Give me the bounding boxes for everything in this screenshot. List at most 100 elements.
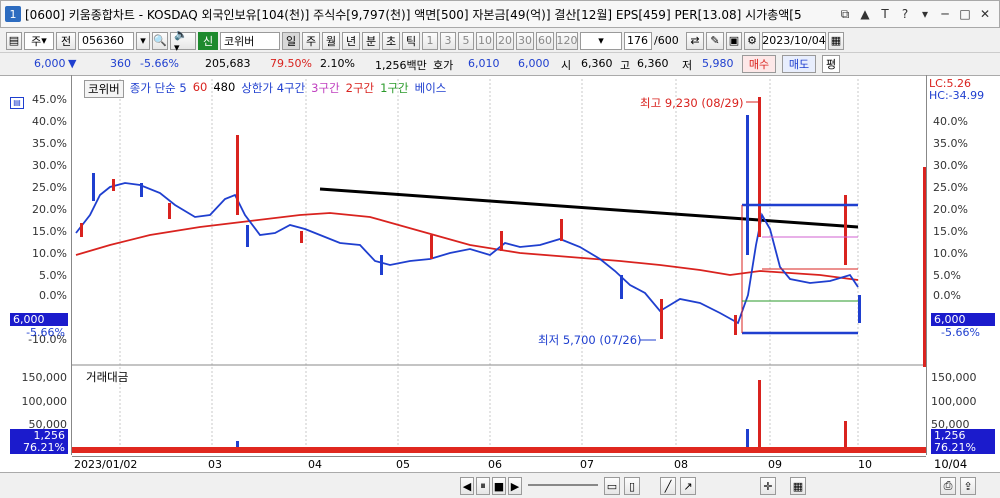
- legend-band-4[interactable]: 상한가 4구간: [241, 80, 305, 98]
- right-date-label: 10/04: [934, 457, 968, 471]
- scroll-left-icon[interactable]: ◀: [460, 477, 474, 495]
- date-input[interactable]: 2023/10/04: [762, 31, 826, 50]
- list-toggle-icon[interactable]: ▤: [6, 31, 22, 50]
- candle: [560, 219, 563, 241]
- date-tick: 08: [674, 458, 688, 471]
- zoom-out-icon[interactable]: ▭: [604, 477, 620, 495]
- ask-label: 호가: [433, 59, 454, 72]
- candle: [246, 225, 249, 247]
- volume-panel-title: 거래대금: [86, 370, 129, 384]
- period-day[interactable]: 일: [282, 31, 300, 50]
- date-tick: 06: [488, 458, 502, 471]
- code-dropdown-icon[interactable]: ▾: [136, 31, 150, 50]
- candle: [660, 299, 663, 339]
- prev-button[interactable]: 전: [56, 31, 76, 50]
- help-icon[interactable]: ?: [897, 6, 913, 22]
- draw-line-icon[interactable]: ╱: [660, 477, 676, 495]
- period-week[interactable]: 주: [302, 31, 320, 50]
- draw-trend-icon[interactable]: ↗: [680, 477, 696, 495]
- legend-base[interactable]: 베이스: [415, 80, 447, 98]
- period-month[interactable]: 월: [322, 31, 340, 50]
- period-second[interactable]: 초: [382, 31, 400, 50]
- legend-ma480[interactable]: 480: [213, 80, 235, 98]
- date-tick: 03: [208, 458, 222, 471]
- trend-line: [319, 187, 859, 229]
- stock-code-input[interactable]: 056360: [78, 31, 134, 50]
- print-icon[interactable]: ⎙: [940, 477, 956, 495]
- left-tick: 40.0%: [32, 115, 67, 128]
- search-icon[interactable]: 🔍: [152, 31, 168, 50]
- interval-10[interactable]: 10: [476, 31, 494, 50]
- interval-custom-input[interactable]: ▾: [580, 31, 622, 50]
- right-current-pct: -5.66%: [941, 326, 980, 339]
- sell-button[interactable]: 매도: [782, 55, 816, 73]
- speaker-icon[interactable]: 🔈▾: [170, 28, 196, 54]
- calendar-icon[interactable]: ▦: [828, 31, 844, 50]
- export-icon[interactable]: ⇪: [960, 477, 976, 495]
- legend-ma5[interactable]: 종가 단순 5: [130, 80, 187, 98]
- right-tick: 5.0%: [933, 269, 961, 282]
- axis-settings-icon[interactable]: ▤: [10, 97, 24, 109]
- crosshair-icon[interactable]: ✛: [760, 477, 776, 495]
- volume: 205,683: [205, 57, 251, 70]
- right-tick: 15.0%: [933, 225, 968, 238]
- high-annotation: 최고 9,230 (08/29): [640, 96, 744, 110]
- interval-5[interactable]: 5: [458, 31, 474, 50]
- draw-tool-icon[interactable]: ✎: [706, 31, 724, 50]
- scroll-right-icon[interactable]: ▶: [508, 477, 522, 495]
- interval-60[interactable]: 60: [536, 31, 554, 50]
- type-select[interactable]: 주 ▾: [24, 31, 54, 50]
- legend-band-2[interactable]: 2구간: [346, 80, 374, 98]
- right-tick: 35.0%: [933, 137, 968, 150]
- period-tick[interactable]: 틱: [402, 31, 420, 50]
- left-vol-tick: 100,000: [21, 395, 68, 408]
- interval-20[interactable]: 20: [496, 31, 514, 50]
- period-year[interactable]: 년: [342, 31, 360, 50]
- candle: [620, 275, 623, 299]
- date-tick: 10: [858, 458, 872, 471]
- period-minute[interactable]: 분: [362, 31, 380, 50]
- interval-3[interactable]: 3: [440, 31, 456, 50]
- save-icon[interactable]: ▣: [726, 31, 742, 50]
- left-tick: 5.0%: [39, 269, 67, 282]
- maximize-button[interactable]: □: [957, 6, 973, 22]
- interval-120[interactable]: 120: [556, 31, 578, 50]
- legend-band-3[interactable]: 3구간: [311, 80, 339, 98]
- candle: [300, 231, 303, 243]
- open-price: 6,360: [581, 57, 613, 70]
- hc-label: HC:-34.99: [929, 89, 985, 102]
- legend-stock-name[interactable]: 코위버: [84, 80, 124, 98]
- bar-count-input[interactable]: 176: [624, 31, 652, 50]
- grid-icon[interactable]: ▦: [790, 477, 806, 495]
- candle: [236, 135, 239, 215]
- settings-icon[interactable]: ⚙: [744, 31, 760, 50]
- ask-price: 6,010: [468, 57, 500, 70]
- eval-button[interactable]: 평: [822, 55, 840, 73]
- interval-30[interactable]: 30: [516, 31, 534, 50]
- font-icon[interactable]: T: [877, 6, 893, 22]
- quote-bar: 6,000 ▼ 360 -5.66% 205,683 79.50% 2.10% …: [0, 54, 1000, 74]
- chart-tool-icon[interactable]: ⇄: [686, 31, 704, 50]
- legend-ma60[interactable]: 60: [193, 80, 208, 98]
- minimize-button[interactable]: ─: [937, 6, 953, 22]
- link-icon[interactable]: ⧉: [837, 6, 853, 22]
- low-price: 5,980: [702, 57, 734, 70]
- pause-icon[interactable]: ⏸: [476, 477, 490, 495]
- left-price-axis: ▤ 45.0% 40.0% 35.0% 30.0% 25.0% 20.0% 15…: [0, 75, 72, 455]
- price-change: 360: [110, 57, 131, 70]
- menu-icon[interactable]: ▾: [917, 6, 933, 22]
- stop-icon[interactable]: ■: [492, 477, 506, 495]
- close-button[interactable]: ✕: [977, 6, 993, 22]
- zoom-in-icon[interactable]: ▯: [624, 477, 640, 495]
- zoom-slider[interactable]: [528, 484, 598, 486]
- right-vol-tick: 150,000: [931, 371, 977, 384]
- legend-band-1[interactable]: 1구간: [380, 80, 408, 98]
- volume-baseline-bars: [72, 447, 926, 453]
- right-vol-pct: 76.21%: [931, 441, 995, 454]
- buy-button[interactable]: 매수: [742, 55, 776, 73]
- candle: [112, 179, 115, 191]
- left-current-pct: -5.66%: [26, 326, 65, 339]
- type-select-value: 주: [31, 34, 42, 48]
- interval-1[interactable]: 1: [422, 31, 438, 50]
- up-icon[interactable]: ▲: [857, 6, 873, 22]
